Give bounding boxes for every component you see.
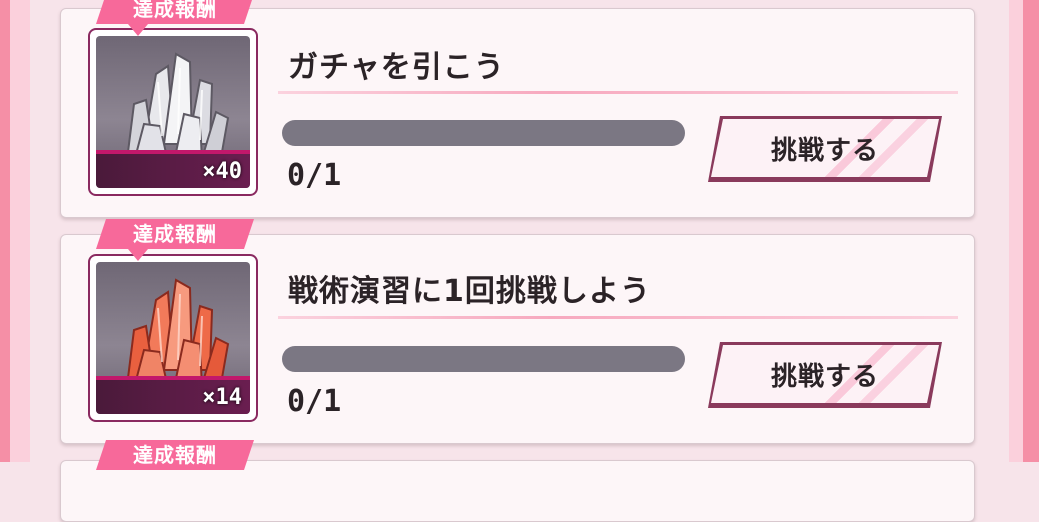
reward-quantity: ×14 <box>202 385 242 410</box>
reward-badge: 達成報酬 <box>96 440 254 470</box>
progress-count: 0/1 <box>287 158 342 193</box>
challenge-button[interactable]: 挑戦する <box>708 116 942 182</box>
reward-item-icon[interactable]: ×40 <box>88 28 258 196</box>
progress-bar <box>282 346 685 372</box>
mission-title: 戦術演習に1回挑戦しよう <box>288 274 651 309</box>
progress-bar <box>282 120 685 146</box>
title-divider <box>278 91 958 94</box>
reward-item-icon[interactable]: ×14 <box>88 254 258 422</box>
challenge-button-label: 挑戦する <box>711 119 939 177</box>
badge-tail <box>128 24 148 36</box>
title-divider <box>278 316 958 319</box>
mission-title: ガチャを引こう <box>288 50 505 85</box>
red-crystal-icon <box>126 278 230 389</box>
reward-quantity: ×40 <box>202 159 242 184</box>
reward-badge: 達成報酬 <box>96 0 254 24</box>
progress-count: 0/1 <box>287 384 342 419</box>
right-frame-border <box>1009 0 1039 462</box>
challenge-button[interactable]: 挑戦する <box>708 342 942 408</box>
reward-badge: 達成報酬 <box>96 219 254 249</box>
white-crystal-icon <box>126 52 230 163</box>
left-frame-border <box>0 0 30 462</box>
challenge-button-label: 挑戦する <box>711 345 939 403</box>
badge-tail <box>128 249 148 261</box>
